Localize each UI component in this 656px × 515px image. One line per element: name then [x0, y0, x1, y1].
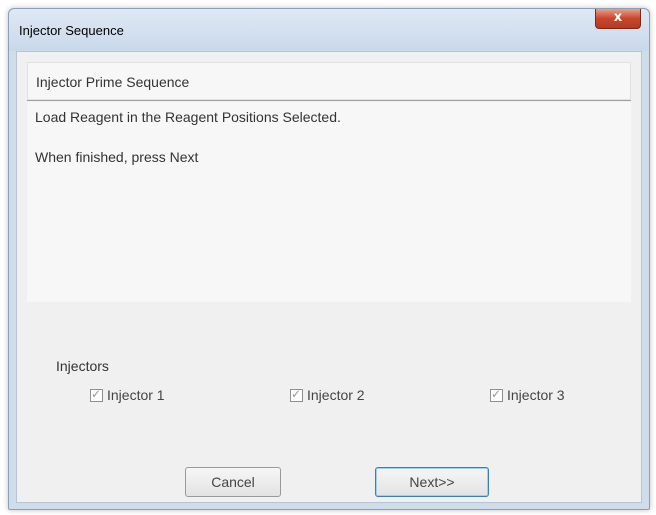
- injector-2-checkbox[interactable]: ✓ Injector 2: [290, 385, 365, 405]
- next-button[interactable]: Next>>: [375, 467, 489, 497]
- cancel-button[interactable]: Cancel: [185, 467, 281, 497]
- injector-2-label: Injector 2: [307, 387, 365, 403]
- dialog-client-area: Injector Prime Sequence Load Reagent in …: [16, 51, 642, 503]
- injector-1-label: Injector 1: [107, 387, 165, 403]
- injector-3-label: Injector 3: [507, 387, 565, 403]
- title-bar[interactable]: Injector Sequence x: [9, 9, 649, 51]
- close-button[interactable]: x: [595, 9, 641, 29]
- sequence-header: Injector Prime Sequence: [27, 62, 631, 100]
- checkbox-box[interactable]: ✓: [490, 386, 503, 402]
- checkbox-box[interactable]: ✓: [290, 386, 303, 402]
- message-area: Load Reagent in the Reagent Positions Se…: [27, 102, 631, 302]
- checkbox-box[interactable]: ✓: [90, 386, 103, 402]
- instruction-text: Load Reagent in the Reagent Positions Se…: [35, 109, 341, 125]
- divider: [27, 100, 631, 101]
- injectors-group-label: Injectors: [56, 358, 109, 374]
- injector-1-checkbox[interactable]: ✓ Injector 1: [90, 385, 165, 405]
- check-icon: ✓: [491, 386, 502, 401]
- dialog-window: Injector Sequence x Injector Prime Seque…: [8, 8, 650, 510]
- next-hint-text: When finished, press Next: [35, 149, 199, 165]
- window-title: Injector Sequence: [19, 23, 124, 38]
- check-icon: ✓: [91, 386, 102, 401]
- injector-3-checkbox[interactable]: ✓ Injector 3: [490, 385, 565, 405]
- sequence-title: Injector Prime Sequence: [36, 74, 190, 90]
- check-icon: ✓: [291, 386, 302, 401]
- close-icon: x: [613, 10, 623, 25]
